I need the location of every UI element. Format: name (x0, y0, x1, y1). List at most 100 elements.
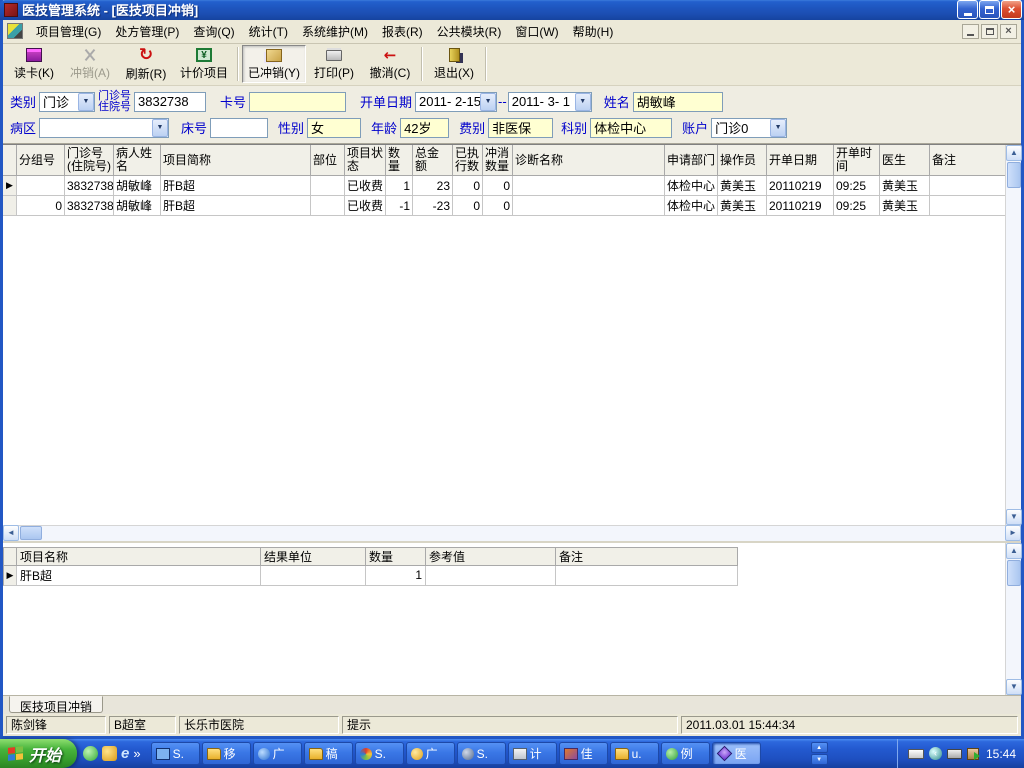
taskbar-button[interactable]: S. (354, 742, 404, 765)
scroll-up-icon[interactable]: ▲ (1006, 145, 1022, 162)
menu-public-modules[interactable]: 公共模块(R) (430, 20, 509, 43)
card-no-input[interactable] (249, 91, 347, 112)
account-combobox[interactable]: 门诊0 ▼ (711, 117, 788, 138)
name-field[interactable]: 胡敏峰 (632, 91, 723, 112)
scroll-left-icon[interactable]: ◄ (3, 525, 19, 542)
col-result-unit[interactable]: 结果单位 (261, 546, 366, 566)
ward-combobox[interactable]: ▼ (39, 117, 170, 138)
col-body-part[interactable]: 部位 (311, 145, 345, 177)
bed-no-input[interactable] (210, 117, 269, 138)
tab-writeoff[interactable]: 医技项目冲销 (9, 696, 104, 714)
scroll-down-icon[interactable]: ▼ (1006, 508, 1022, 525)
chevron-down-icon[interactable]: ▼ (480, 92, 497, 111)
print-button[interactable]: 打印(P) (306, 45, 362, 83)
filter-row-2: 病区 ▼ 床号 性别 女 年龄 42岁 费别 非医保 科别 体检中心 账户 门诊… (7, 115, 1017, 141)
minimize-button[interactable] (957, 0, 978, 20)
price-items-button[interactable]: ¥ 计价项目 (174, 45, 234, 83)
col-executed-count[interactable]: 已执行数 (453, 145, 483, 177)
table-row[interactable]: 0 3832738 胡敏峰 肝B超 已收费 -1 -23 0 0 体检中心 黄美… (3, 196, 1005, 217)
col-order-time[interactable]: 开单时间 (834, 145, 880, 177)
taskbar-button[interactable]: u. (609, 742, 659, 765)
detail-grid-vertical-scrollbar[interactable]: ▲ ▼ (1005, 542, 1022, 696)
refresh-button[interactable]: ↻ 刷新(R) (118, 45, 174, 83)
col-writeoff-count[interactable]: 冲消数量 (483, 145, 513, 177)
col-quantity[interactable]: 数量 (386, 145, 413, 177)
mdi-minimize-button[interactable] (962, 23, 979, 39)
scroll-down-icon[interactable]: ▼ (1006, 679, 1022, 696)
scroll-up-icon[interactable]: ▲ (1006, 542, 1022, 559)
table-row[interactable]: ▶ 肝B超 1 (3, 565, 1005, 586)
database-tray-icon[interactable] (966, 747, 980, 760)
type-combobox[interactable]: 门诊 ▼ (39, 91, 96, 112)
col-total-amount[interactable]: 总金额 (413, 145, 453, 177)
taskbar-button[interactable]: 例 (660, 742, 710, 765)
menu-prescription-mgmt[interactable]: 处方管理(P) (108, 20, 186, 43)
internet-explorer-icon[interactable]: e (121, 746, 129, 761)
scrollbar-thumb[interactable] (20, 526, 42, 541)
chevron-down-icon[interactable]: ▼ (574, 92, 591, 111)
orders-grid-vertical-scrollbar[interactable]: ▲ ▼ (1005, 145, 1022, 525)
menu-system-maintenance[interactable]: 系统维护(M) (295, 20, 375, 43)
menu-project-mgmt[interactable]: 项目管理(G) (29, 20, 108, 43)
chevron-down-icon[interactable]: ▼ (152, 118, 169, 137)
status-hint: 提示 (342, 715, 678, 734)
col-item-name[interactable]: 项目简称 (161, 145, 311, 177)
scroll-right-icon[interactable]: ► (1005, 525, 1021, 542)
menu-window[interactable]: 窗口(W) (508, 20, 565, 43)
messenger-icon[interactable] (83, 746, 99, 761)
col-visit-no[interactable]: 门诊号(住院号) (65, 145, 114, 177)
taskbar-button[interactable]: 稿 (303, 742, 353, 765)
taskbar-button[interactable]: S. (456, 742, 506, 765)
table-row[interactable]: ▶ 3832738 胡敏峰 肝B超 已收费 1 23 0 0 体检中心 黄美玉 … (3, 176, 1005, 197)
col-operator[interactable]: 操作员 (718, 145, 767, 177)
col-patient-name[interactable]: 病人姓名 (114, 145, 161, 177)
taskbar-button-active[interactable]: 医 (711, 742, 761, 765)
taskbar-clock[interactable]: 15:44 (986, 747, 1016, 761)
taskbar-button[interactable]: 广 (252, 742, 302, 765)
taskbar-button[interactable]: 计 (507, 742, 557, 765)
col-reference-value[interactable]: 参考值 (426, 546, 556, 566)
app-shortcut-icon[interactable] (102, 746, 118, 761)
visit-no-input[interactable] (134, 91, 207, 112)
printer-tray-icon[interactable] (946, 748, 962, 759)
restore-button[interactable] (979, 0, 1000, 20)
scroll-up-icon[interactable]: ▲ (810, 742, 828, 753)
menu-help[interactable]: 帮助(H) (566, 20, 621, 43)
start-button[interactable]: 开始 (0, 739, 78, 768)
col-group-no[interactable]: 分组号 (17, 145, 65, 177)
taskbar-button[interactable]: 广 (405, 742, 455, 765)
col-order-date[interactable]: 开单日期 (767, 145, 834, 177)
col-item-status[interactable]: 项目状态 (345, 145, 386, 177)
col-diagnosis[interactable]: 诊断名称 (513, 145, 665, 177)
menu-reports[interactable]: 报表(R) (375, 20, 430, 43)
chevron-down-icon[interactable]: ▼ (78, 92, 95, 111)
orders-grid-horizontal-scrollbar[interactable]: ◄ ► (3, 524, 1021, 542)
col-request-dept[interactable]: 申请部门 (665, 145, 718, 177)
taskbar-button[interactable]: 佳 (558, 742, 608, 765)
date-to-picker[interactable]: 2011- 3- 1 ▼ (507, 91, 592, 112)
scrollbar-thumb[interactable] (1007, 559, 1021, 586)
chevron-down-icon[interactable]: ▼ (770, 118, 787, 137)
undo-button[interactable]: ← 撤消(C) (362, 45, 418, 83)
taskbar-button[interactable]: 移 (201, 742, 251, 765)
menu-query[interactable]: 查询(Q) (186, 20, 241, 43)
scroll-down-icon[interactable]: ▼ (810, 754, 828, 765)
col-doctor[interactable]: 医生 (880, 145, 930, 177)
scrollbar-thumb[interactable] (1007, 162, 1021, 189)
keyboard-icon[interactable] (907, 748, 924, 759)
chevron-overflow-icon[interactable]: » (133, 746, 140, 761)
menu-statistics[interactable]: 统计(T) (242, 20, 295, 43)
written-off-button[interactable]: 已冲销(Y) (242, 45, 307, 84)
read-card-button[interactable]: 读卡(K) (6, 45, 62, 83)
col-quantity[interactable]: 数量 (366, 546, 426, 566)
taskbar-button[interactable]: S. (150, 742, 200, 765)
mdi-close-button[interactable]: × (1000, 23, 1017, 39)
col-remark[interactable]: 备注 (556, 546, 738, 566)
language-bar-icon[interactable]: ‹ (928, 747, 942, 760)
date-from-picker[interactable]: 2011- 2-15 ▼ (415, 91, 498, 112)
col-remark[interactable]: 备注 (930, 145, 1005, 177)
exit-button[interactable]: 退出(X) (426, 45, 482, 83)
col-item-name[interactable]: 项目名称 (17, 546, 261, 566)
close-button[interactable]: × (1001, 0, 1022, 20)
mdi-restore-button[interactable] (981, 23, 998, 39)
